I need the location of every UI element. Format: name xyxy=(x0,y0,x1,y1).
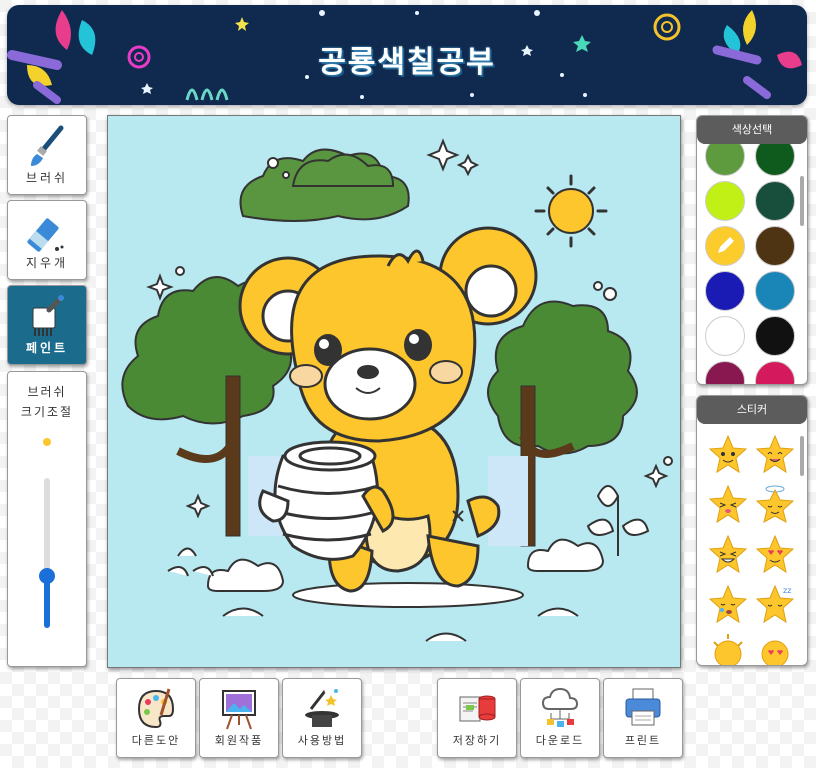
color-swatch[interactable] xyxy=(755,316,795,356)
header-banner: 공룡색칠공부 xyxy=(7,5,807,105)
color-picker-panel: 색상선택 xyxy=(696,115,808,385)
tool-brush-button[interactable]: 브러쉬 xyxy=(7,115,87,195)
color-swatch[interactable] xyxy=(705,316,745,356)
sticker-star-happy-icon[interactable] xyxy=(708,434,748,474)
brush-size-label-2: 크기조절 xyxy=(20,405,74,419)
cloud-download-icon xyxy=(541,687,579,727)
color-swatch[interactable] xyxy=(755,361,795,384)
sticker-star-angel-icon[interactable] xyxy=(755,484,795,524)
sticker-star-cry-icon[interactable] xyxy=(708,584,748,624)
easel-icon xyxy=(222,690,256,730)
brush-size-preview xyxy=(43,438,51,446)
tool-brush-label: 브러쉬 xyxy=(25,171,69,185)
sticker-star-sleep-icon[interactable]: zz xyxy=(755,584,795,624)
color-list-scrollbar[interactable] xyxy=(800,176,804,226)
sticker-list-scrollbar[interactable] xyxy=(800,436,804,476)
download-button[interactable]: 다운로드 xyxy=(520,678,600,758)
tool-eraser-button[interactable]: 지우개 xyxy=(7,200,87,280)
palette-icon xyxy=(137,688,175,729)
print-label: 프린트 xyxy=(624,734,662,747)
color-swatch[interactable] xyxy=(705,271,745,311)
brush-icon xyxy=(31,125,64,166)
bear-coloring-illustration xyxy=(121,138,673,642)
color-swatch[interactable] xyxy=(705,361,745,384)
save-label: 저장하기 xyxy=(452,734,502,747)
printer-icon xyxy=(625,688,661,726)
color-swatch[interactable] xyxy=(755,144,795,176)
tool-paint-label: 페인트 xyxy=(25,341,69,355)
brush-size-slider-thumb[interactable] xyxy=(39,567,55,584)
color-swatch[interactable] xyxy=(755,271,795,311)
coloring-canvas[interactable] xyxy=(107,115,681,668)
color-swatch[interactable] xyxy=(755,181,795,221)
save-icon xyxy=(459,695,496,722)
print-button[interactable]: 프린트 xyxy=(603,678,683,758)
tool-paint-button[interactable]: 페인트 xyxy=(7,285,87,365)
magic-hat-icon xyxy=(305,689,339,727)
sticker-panel: 스티커 zz xyxy=(696,395,808,666)
svg-text:zz: zz xyxy=(783,586,791,595)
color-swatch-list xyxy=(697,144,807,384)
color-picker-title: 색상선택 xyxy=(697,116,807,144)
other-designs-button[interactable]: 다른도안 xyxy=(116,678,196,758)
member-works-button[interactable]: 회원작품 xyxy=(199,678,279,758)
color-swatch[interactable] xyxy=(705,226,745,266)
how-to-use-button[interactable]: 사용방법 xyxy=(282,678,362,758)
member-works-label: 회원작품 xyxy=(214,734,264,747)
sticker-star-love-icon[interactable] xyxy=(755,534,795,574)
eraser-icon xyxy=(27,218,64,252)
brush-size-slider-track[interactable] xyxy=(39,478,55,628)
sticker-star-tongue-icon[interactable] xyxy=(755,434,795,474)
sticker-panel-title: 스티커 xyxy=(697,396,807,424)
brush-size-label-1: 브러쉬 xyxy=(27,385,67,399)
brush-size-panel: 브러쉬 크기조절 xyxy=(7,371,87,667)
download-label: 다운로드 xyxy=(535,734,585,747)
sticker-sun-icon[interactable] xyxy=(708,632,748,666)
selected-pencil-icon xyxy=(718,237,734,253)
sticker-star-wink-icon[interactable] xyxy=(708,484,748,524)
page-title: 공룡색칠공부 xyxy=(318,45,496,80)
color-swatch[interactable] xyxy=(705,181,745,221)
tool-eraser-label: 지우개 xyxy=(25,256,69,270)
other-designs-label: 다른도안 xyxy=(131,734,181,747)
how-to-use-label: 사용방법 xyxy=(297,734,347,747)
color-swatch[interactable] xyxy=(705,144,745,176)
save-button[interactable]: 저장하기 xyxy=(437,678,517,758)
sticker-sun-love-icon[interactable] xyxy=(755,632,795,666)
color-swatch[interactable] xyxy=(755,226,795,266)
paint-icon xyxy=(32,295,64,336)
sticker-star-laugh-icon[interactable] xyxy=(708,534,748,574)
